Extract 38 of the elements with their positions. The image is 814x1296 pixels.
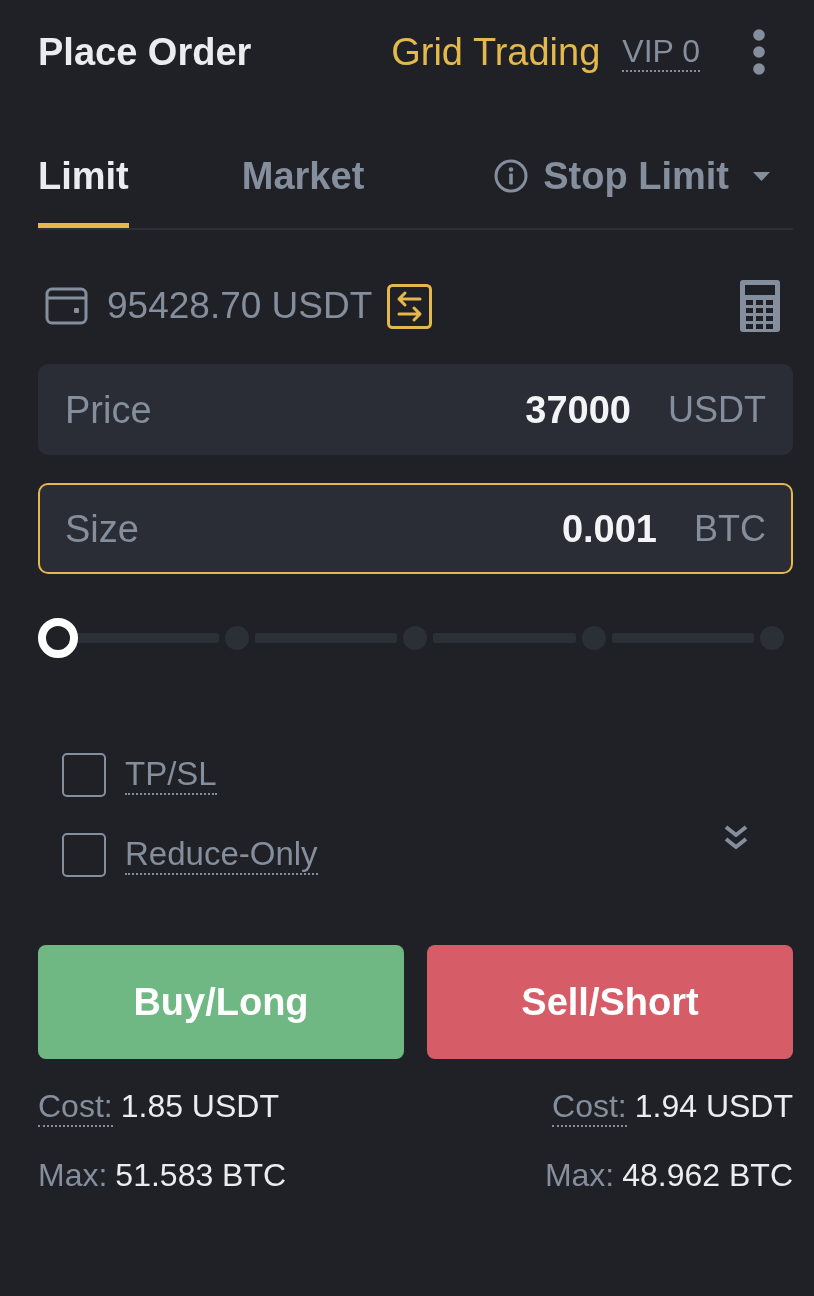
panel-title: Place Order <box>38 30 252 75</box>
slider-thumb[interactable] <box>38 618 78 658</box>
summary-value: 48.962 BTC <box>622 1156 793 1195</box>
calculator-icon[interactable] <box>740 280 780 332</box>
summary-label: Max: <box>38 1156 108 1195</box>
field-value: 0.001 <box>561 506 657 552</box>
order-type-tab[interactable]: Limit <box>38 153 129 228</box>
summary-label[interactable]: Cost: <box>38 1087 113 1127</box>
summary-value: 51.583 BTC <box>115 1156 287 1195</box>
summary-value: 1.85 USDT <box>120 1087 279 1126</box>
order-type-tab[interactable]: Stop Limit <box>494 153 770 228</box>
input-field[interactable]: Size 0.001 BTC <box>38 483 793 574</box>
field-label: Price <box>65 387 152 433</box>
unit-label: BTC <box>694 506 766 551</box>
unit-label: USDT <box>668 387 766 432</box>
swap-arrows-icon[interactable] <box>387 283 433 329</box>
grid-trading-link[interactable]: Grid Trading <box>391 29 601 75</box>
double-chevron-down-icon[interactable] <box>724 825 748 851</box>
summary-label: Max: <box>544 1156 615 1195</box>
option-label[interactable]: TP/SL <box>125 755 217 795</box>
balance-amount: 95428.70 USDT <box>107 284 373 328</box>
more-menu-icon[interactable] <box>753 29 765 75</box>
summary-value: 1.94 USDT <box>634 1087 793 1126</box>
field-label: Size <box>65 506 139 552</box>
input-field[interactable]: Price 37000 USDT <box>38 364 793 455</box>
field-value: 37000 <box>525 387 631 433</box>
vip-level-link[interactable]: VIP 0 <box>622 32 700 72</box>
summary-label[interactable]: Cost: <box>552 1087 627 1127</box>
slider-rail-segment[interactable] <box>76 633 219 643</box>
checkbox[interactable] <box>62 753 106 797</box>
caret-down-icon[interactable] <box>753 171 770 181</box>
order-type-tab[interactable]: Market <box>241 153 365 228</box>
wallet-icon <box>45 287 88 325</box>
option-label[interactable]: Reduce-Only <box>125 835 318 875</box>
info-icon <box>494 159 529 193</box>
sell-button[interactable]: Sell/Short <box>427 945 793 1059</box>
slider-track[interactable] <box>38 618 784 658</box>
checkbox[interactable] <box>62 833 106 877</box>
